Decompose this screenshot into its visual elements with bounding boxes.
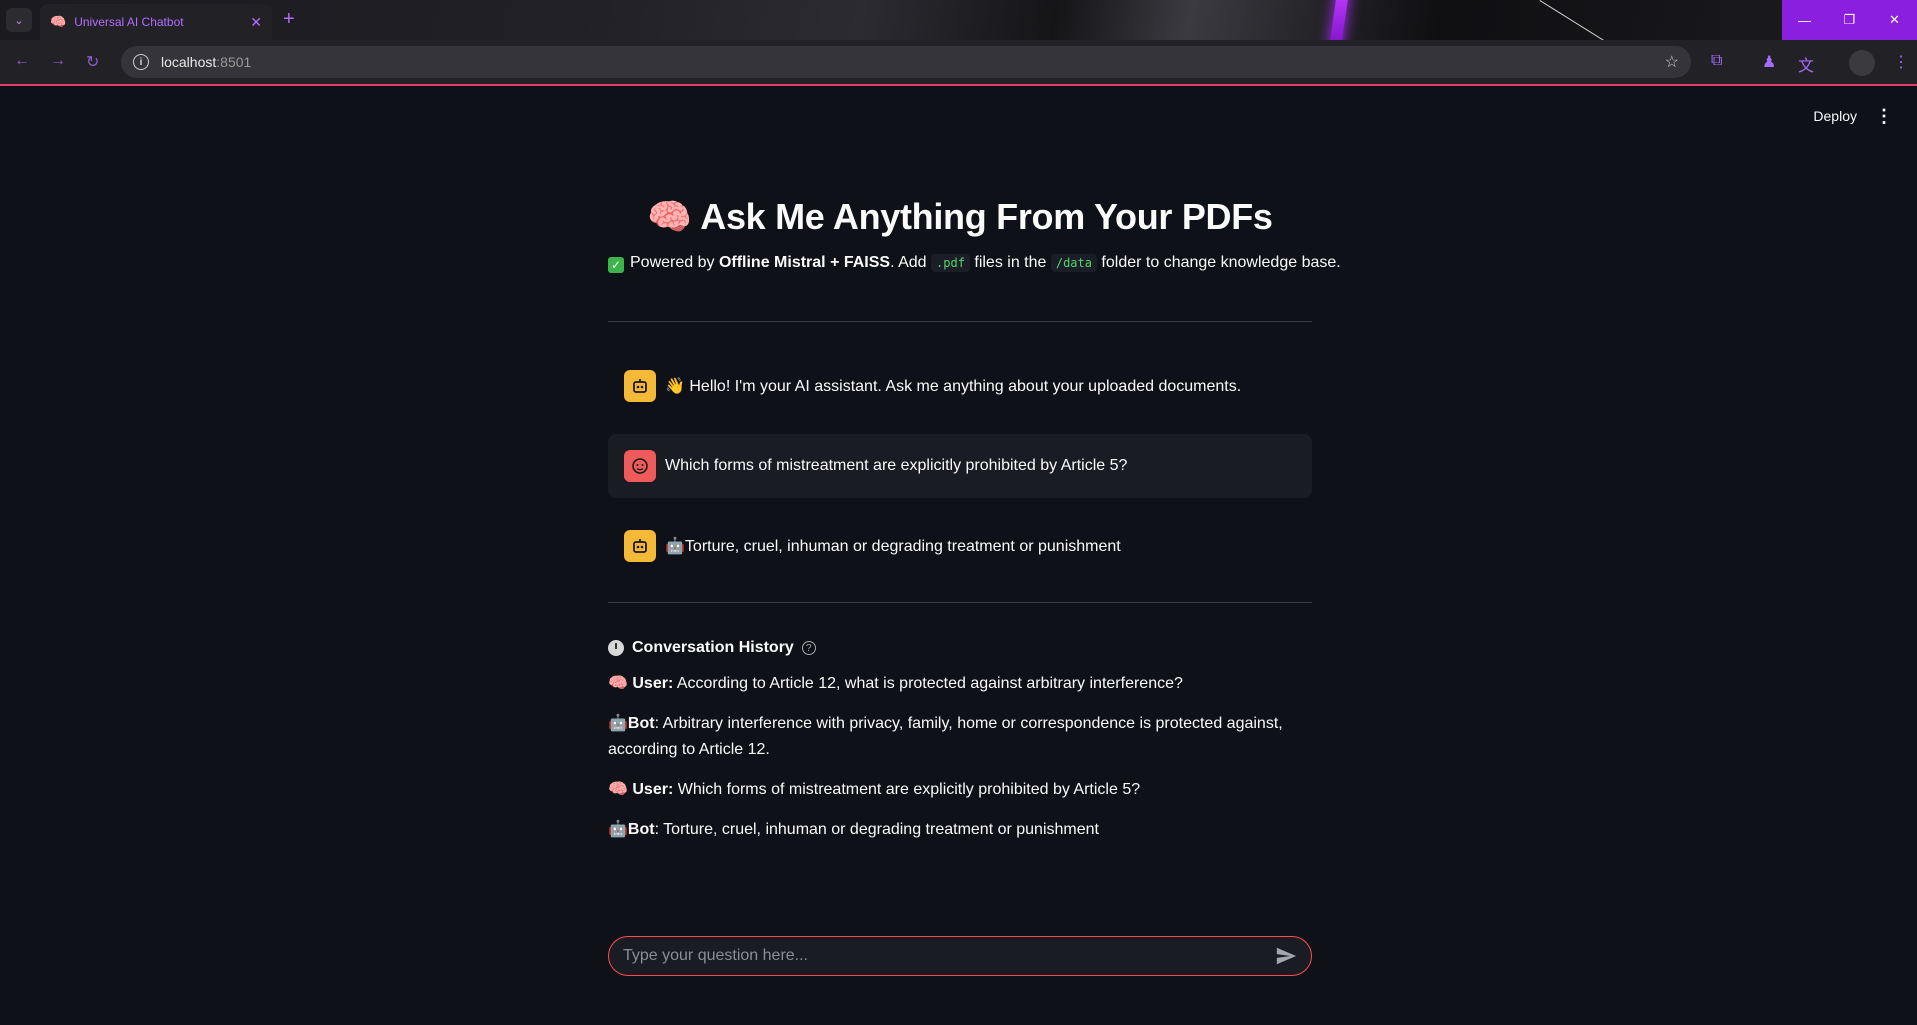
clock-icon	[608, 640, 624, 656]
brain-icon: 🧠	[647, 196, 692, 237]
background-decoration	[1328, 0, 1350, 40]
profile-avatar[interactable]	[1849, 50, 1875, 76]
chat-input-box	[608, 936, 1312, 976]
question-input[interactable]	[623, 947, 1275, 965]
app-menu-icon[interactable]: ⋮	[1875, 106, 1893, 127]
forward-arrow-icon[interactable]: →	[50, 52, 66, 70]
chat-messages: 👋 Hello! I'm your AI assistant. Ask me a…	[608, 354, 1312, 578]
extension-puzzle-icon[interactable]: ⧉	[1711, 52, 1722, 70]
minimize-button[interactable]: —	[1782, 0, 1827, 40]
tab-close-icon[interactable]: ✕	[250, 14, 262, 31]
browser-tabstrip: ⌄ 🧠 Universal AI Chatbot ✕ + — ❐ ✕	[0, 0, 1917, 40]
user-avatar-icon	[624, 450, 656, 482]
history-entry: 🤖Bot: Arbitrary interference with privac…	[608, 715, 1283, 758]
reload-icon[interactable]: ↻	[86, 52, 99, 72]
incognito-icon[interactable]: ♟	[1762, 52, 1776, 72]
send-icon[interactable]	[1275, 945, 1297, 967]
subtitle: ✓ Powered by Offline Mistral + FAISS. Add…	[608, 254, 1341, 273]
divider	[608, 602, 1312, 603]
history-entry: 🤖Bot: Torture, cruel, inhuman or degradi…	[608, 821, 1099, 838]
restore-button[interactable]: ❐	[1827, 0, 1872, 40]
brain-icon: 🧠	[608, 781, 628, 798]
message-text: 👋 Hello! I'm your AI assistant. Ask me a…	[665, 378, 1242, 395]
help-icon[interactable]: ?	[801, 641, 816, 655]
user-message: Which forms of mistreatment are explicit…	[608, 434, 1312, 498]
main-column: 🧠 Ask Me Anything From Your PDFs ✓ Powere…	[608, 88, 1341, 843]
deploy-button[interactable]: Deploy	[1813, 108, 1857, 124]
code-pdf: .pdf	[931, 254, 970, 272]
back-arrow-icon[interactable]: ←	[14, 52, 30, 70]
code-data-folder: /data	[1050, 254, 1097, 272]
assistant-message: 👋 Hello! I'm your AI assistant. Ask me a…	[608, 354, 1312, 418]
page-title: 🧠 Ask Me Anything From Your PDFs	[647, 196, 1273, 237]
robot-icon: 🤖	[608, 821, 628, 838]
assistant-message: 🤖Torture, cruel, inhuman or degrading tr…	[608, 514, 1312, 578]
history-entry: 🧠 User: Which forms of mistreatment are …	[608, 781, 1141, 798]
bookmark-star-icon[interactable]: ☆	[1665, 52, 1679, 72]
brain-favicon-icon: 🧠	[50, 14, 67, 29]
background-decoration-line	[1539, 0, 1617, 40]
history-entry: 🧠 User: According to Article 12, what is…	[608, 675, 1183, 692]
divider	[608, 321, 1312, 322]
browser-menu-icon[interactable]: ⋮	[1893, 52, 1909, 72]
message-text: Which forms of mistreatment are explicit…	[665, 457, 1128, 474]
tab-title: Universal AI Chatbot	[74, 15, 184, 29]
message-text: 🤖Torture, cruel, inhuman or degrading tr…	[665, 538, 1121, 555]
brain-icon: 🧠	[608, 675, 628, 692]
bot-avatar-icon	[624, 530, 656, 562]
new-tab-button[interactable]: +	[283, 8, 295, 30]
robot-icon: 🤖	[608, 715, 628, 732]
browser-toolbar: ← → ↻ i localhost:8501 ☆ ⧉ ♟ 文 ⋮	[0, 40, 1917, 86]
translate-icon[interactable]: 文	[1798, 52, 1814, 76]
browser-tab-active[interactable]: 🧠 Universal AI Chatbot ✕	[40, 4, 272, 40]
check-icon: ✓	[608, 257, 624, 273]
history-heading: Conversation History ?	[608, 639, 1312, 657]
site-info-icon[interactable]: i	[133, 54, 149, 70]
app-body: Deploy ⋮ 🧠 Ask Me Anything From Your PDF…	[0, 88, 1917, 1025]
url-text: localhost:8501	[161, 54, 252, 70]
close-window-button[interactable]: ✕	[1872, 0, 1917, 40]
bot-avatar-icon	[624, 370, 656, 402]
address-bar[interactable]: i localhost:8501 ☆	[121, 46, 1691, 78]
tab-search-button[interactable]: ⌄	[6, 8, 32, 32]
